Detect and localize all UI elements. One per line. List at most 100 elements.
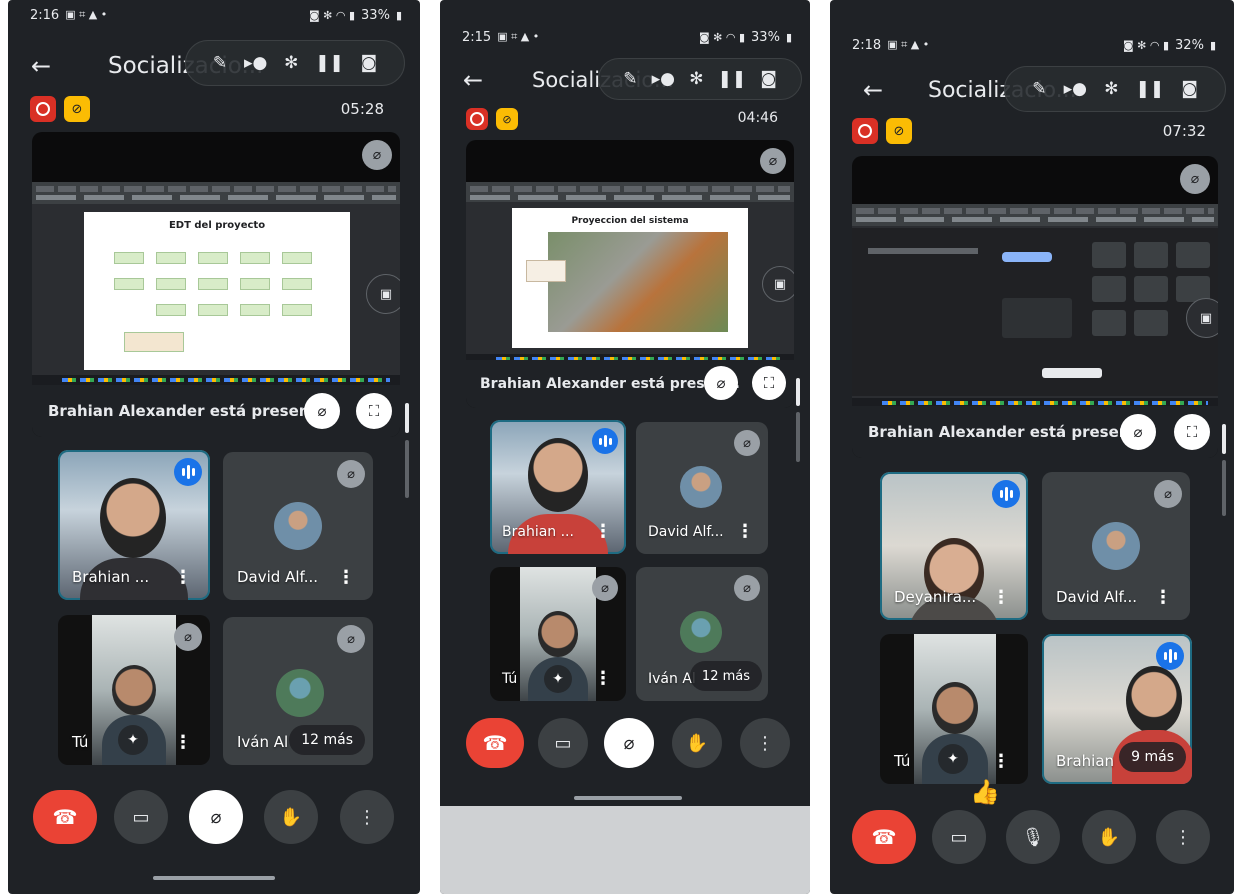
mic-off-icon: ⌀ <box>337 625 365 653</box>
pen-icon[interactable]: ✎ <box>623 69 637 89</box>
participant-name: Iván Al <box>648 671 696 687</box>
fullscreen-icon[interactable]: ⛶ <box>1174 414 1210 450</box>
signal-wifi-icons: ◙ ✻ ◠ ▮ <box>699 30 746 44</box>
participant-tile[interactable]: Brahian ... ⋮ <box>490 420 626 554</box>
participant-tile[interactable]: Deyanira... ⋮ <box>880 472 1028 620</box>
recording-indicators: ⊘ <box>852 118 912 144</box>
more-vert-icon[interactable]: ⋮ <box>174 567 192 588</box>
end-call-icon[interactable]: ☎ <box>33 790 97 844</box>
screen-share-control-pill[interactable]: ✎ ▸● ✻ ❚❚ ◙ <box>598 58 802 100</box>
more-vert-icon[interactable]: ⋮ <box>340 790 394 844</box>
more-participants-badge[interactable]: 12 más <box>289 725 365 755</box>
call-controls: ☎ ▭ ⌀ ✋ ⋮ <box>8 790 420 854</box>
pause-icon[interactable]: ❚❚ <box>718 69 747 89</box>
status-battery: 33% <box>751 29 780 45</box>
fullscreen-icon[interactable]: ⛶ <box>752 366 786 400</box>
more-vert-icon[interactable]: ⋮ <box>1154 587 1172 608</box>
stop-share-icon[interactable]: ◙ <box>361 53 378 73</box>
browser-bar <box>466 182 794 202</box>
meeting-timer: 07:32 <box>1162 122 1206 140</box>
more-vert-icon[interactable]: ⋮ <box>174 732 192 753</box>
mic-off-icon: ⌀ <box>760 148 786 174</box>
more-vert-icon[interactable]: ⋮ <box>736 521 754 542</box>
camera-icon[interactable]: ▭ <box>538 718 588 768</box>
shared-screen: EDT del proyecto <box>32 182 400 385</box>
participant-tile[interactable]: ⌀ David Alf... ⋮ <box>636 422 768 554</box>
pen-icon[interactable]: ✎ <box>1032 79 1046 99</box>
mic-icon[interactable]: 🎙 <box>1006 810 1060 864</box>
more-vert-icon[interactable]: ⋮ <box>594 521 612 542</box>
scroll-indicator[interactable] <box>1222 424 1226 454</box>
more-vert-icon[interactable]: ⋮ <box>992 751 1010 772</box>
meeting-timer: 04:46 <box>737 110 778 126</box>
end-call-icon[interactable]: ☎ <box>852 810 916 864</box>
switch-camera-icon[interactable]: ▣ <box>366 274 400 314</box>
mic-off-icon: ⌀ <box>1120 414 1156 450</box>
effects-sparkle-icon[interactable]: ✦ <box>118 725 148 755</box>
raise-hand-icon[interactable]: ✋ <box>264 790 318 844</box>
mic-off-icon[interactable]: ⌀ <box>604 718 654 768</box>
participant-tile[interactable]: ⌀ Iván Al 12 más <box>223 617 373 765</box>
shared-meet-window <box>852 228 1218 396</box>
presentation-tile[interactable]: ⌀ Proyeccion del sistema ▣ Brahian Alexa… <box>466 140 794 408</box>
screenshot-collage: 2:16▣ ⌗ ▲ • ◙ ✻ ◠ ▮33%▮ ← Socializacio..… <box>0 0 1241 894</box>
back-arrow-icon[interactable]: ← <box>26 51 56 81</box>
switch-camera-icon[interactable]: ▣ <box>762 266 794 302</box>
stop-share-icon[interactable]: ◙ <box>1181 79 1198 99</box>
pen-icon[interactable]: ✎ <box>213 53 227 73</box>
presentation-tile[interactable]: ⌀ EDT del proyecto ▣ Brahian Alexander e… <box>32 132 400 437</box>
meeting-timer: 05:28 <box>340 100 384 118</box>
camera-icon[interactable]: ▭ <box>114 790 168 844</box>
home-gesture-bar[interactable] <box>153 876 275 880</box>
speaking-indicator-icon <box>592 428 618 454</box>
participant-tile[interactable]: Brahian 9 más <box>1042 634 1192 784</box>
camera-off-badge-icon: ⊘ <box>64 96 90 122</box>
participant-video <box>100 478 166 558</box>
effects-sparkle-icon[interactable]: ✦ <box>544 665 572 693</box>
participant-tile[interactable]: ⌀ David Alf... ⋮ <box>1042 472 1190 620</box>
person-icon[interactable]: ▸● <box>1064 79 1087 99</box>
raise-hand-icon[interactable]: ✋ <box>1082 810 1136 864</box>
camera-icon[interactable]: ▭ <box>932 810 986 864</box>
participant-tile[interactable]: ⌀ ✦ Tú ⋮ <box>58 615 210 765</box>
presenting-label: Brahian Alexander está presen... <box>480 376 740 392</box>
scroll-track <box>405 440 409 498</box>
person-icon[interactable]: ▸● <box>244 53 267 73</box>
screen-share-control-pill[interactable]: ✎ ▸● ✻ ❚❚ ◙ <box>1004 66 1226 112</box>
thumbs-up-reaction-icon: 👍 <box>970 778 1000 806</box>
raise-hand-icon[interactable]: ✋ <box>672 718 722 768</box>
more-participants-badge[interactable]: 9 más <box>1119 742 1186 772</box>
participant-avatar <box>276 669 324 717</box>
participant-tile[interactable]: ✦ Tú ⋮ <box>880 634 1028 784</box>
mic-off-icon: ⌀ <box>1180 164 1210 194</box>
more-vert-icon[interactable]: ⋮ <box>594 668 612 689</box>
presentation-tile[interactable]: ⌀ ▣ Brahian Alexander está presen... ⌀ ⛶ <box>852 156 1218 458</box>
pause-icon[interactable]: ❚❚ <box>1136 79 1165 99</box>
battery-icon: ▮ <box>395 8 402 22</box>
screen-share-control-pill[interactable]: ✎ ▸● ✻ ❚❚ ◙ <box>185 40 405 86</box>
switch-camera-icon[interactable]: ▣ <box>1186 298 1218 338</box>
end-call-icon[interactable]: ☎ <box>466 718 524 768</box>
scroll-indicator[interactable] <box>796 378 800 406</box>
more-vert-icon[interactable]: ⋮ <box>992 587 1010 608</box>
back-arrow-icon[interactable]: ← <box>858 75 888 105</box>
more-vert-icon[interactable]: ⋮ <box>740 718 790 768</box>
participant-tile[interactable]: Brahian ... ⋮ <box>58 450 210 600</box>
more-vert-icon[interactable]: ⋮ <box>1156 810 1210 864</box>
participant-tile[interactable]: ⌀ Iván Al 12 más <box>636 567 768 701</box>
scroll-indicator[interactable] <box>405 403 409 433</box>
home-gesture-bar[interactable] <box>574 796 682 800</box>
participant-tile[interactable]: ⌀ David Alf... ⋮ <box>223 452 373 600</box>
participant-tile[interactable]: ⌀ ✦ Tú ⋮ <box>490 567 626 701</box>
pause-icon[interactable]: ❚❚ <box>315 53 344 73</box>
mic-off-icon: ⌀ <box>304 393 340 429</box>
stop-share-icon[interactable]: ◙ <box>760 69 777 89</box>
fullscreen-icon[interactable]: ⛶ <box>356 393 392 429</box>
effects-sparkle-icon[interactable]: ✦ <box>938 744 968 774</box>
speaking-indicator-icon <box>1156 642 1184 670</box>
person-icon[interactable]: ▸● <box>652 69 675 89</box>
back-arrow-icon[interactable]: ← <box>458 65 488 95</box>
more-participants-badge[interactable]: 12 más <box>689 661 762 691</box>
mic-off-icon[interactable]: ⌀ <box>189 790 243 844</box>
more-vert-icon[interactable]: ⋮ <box>337 567 355 588</box>
